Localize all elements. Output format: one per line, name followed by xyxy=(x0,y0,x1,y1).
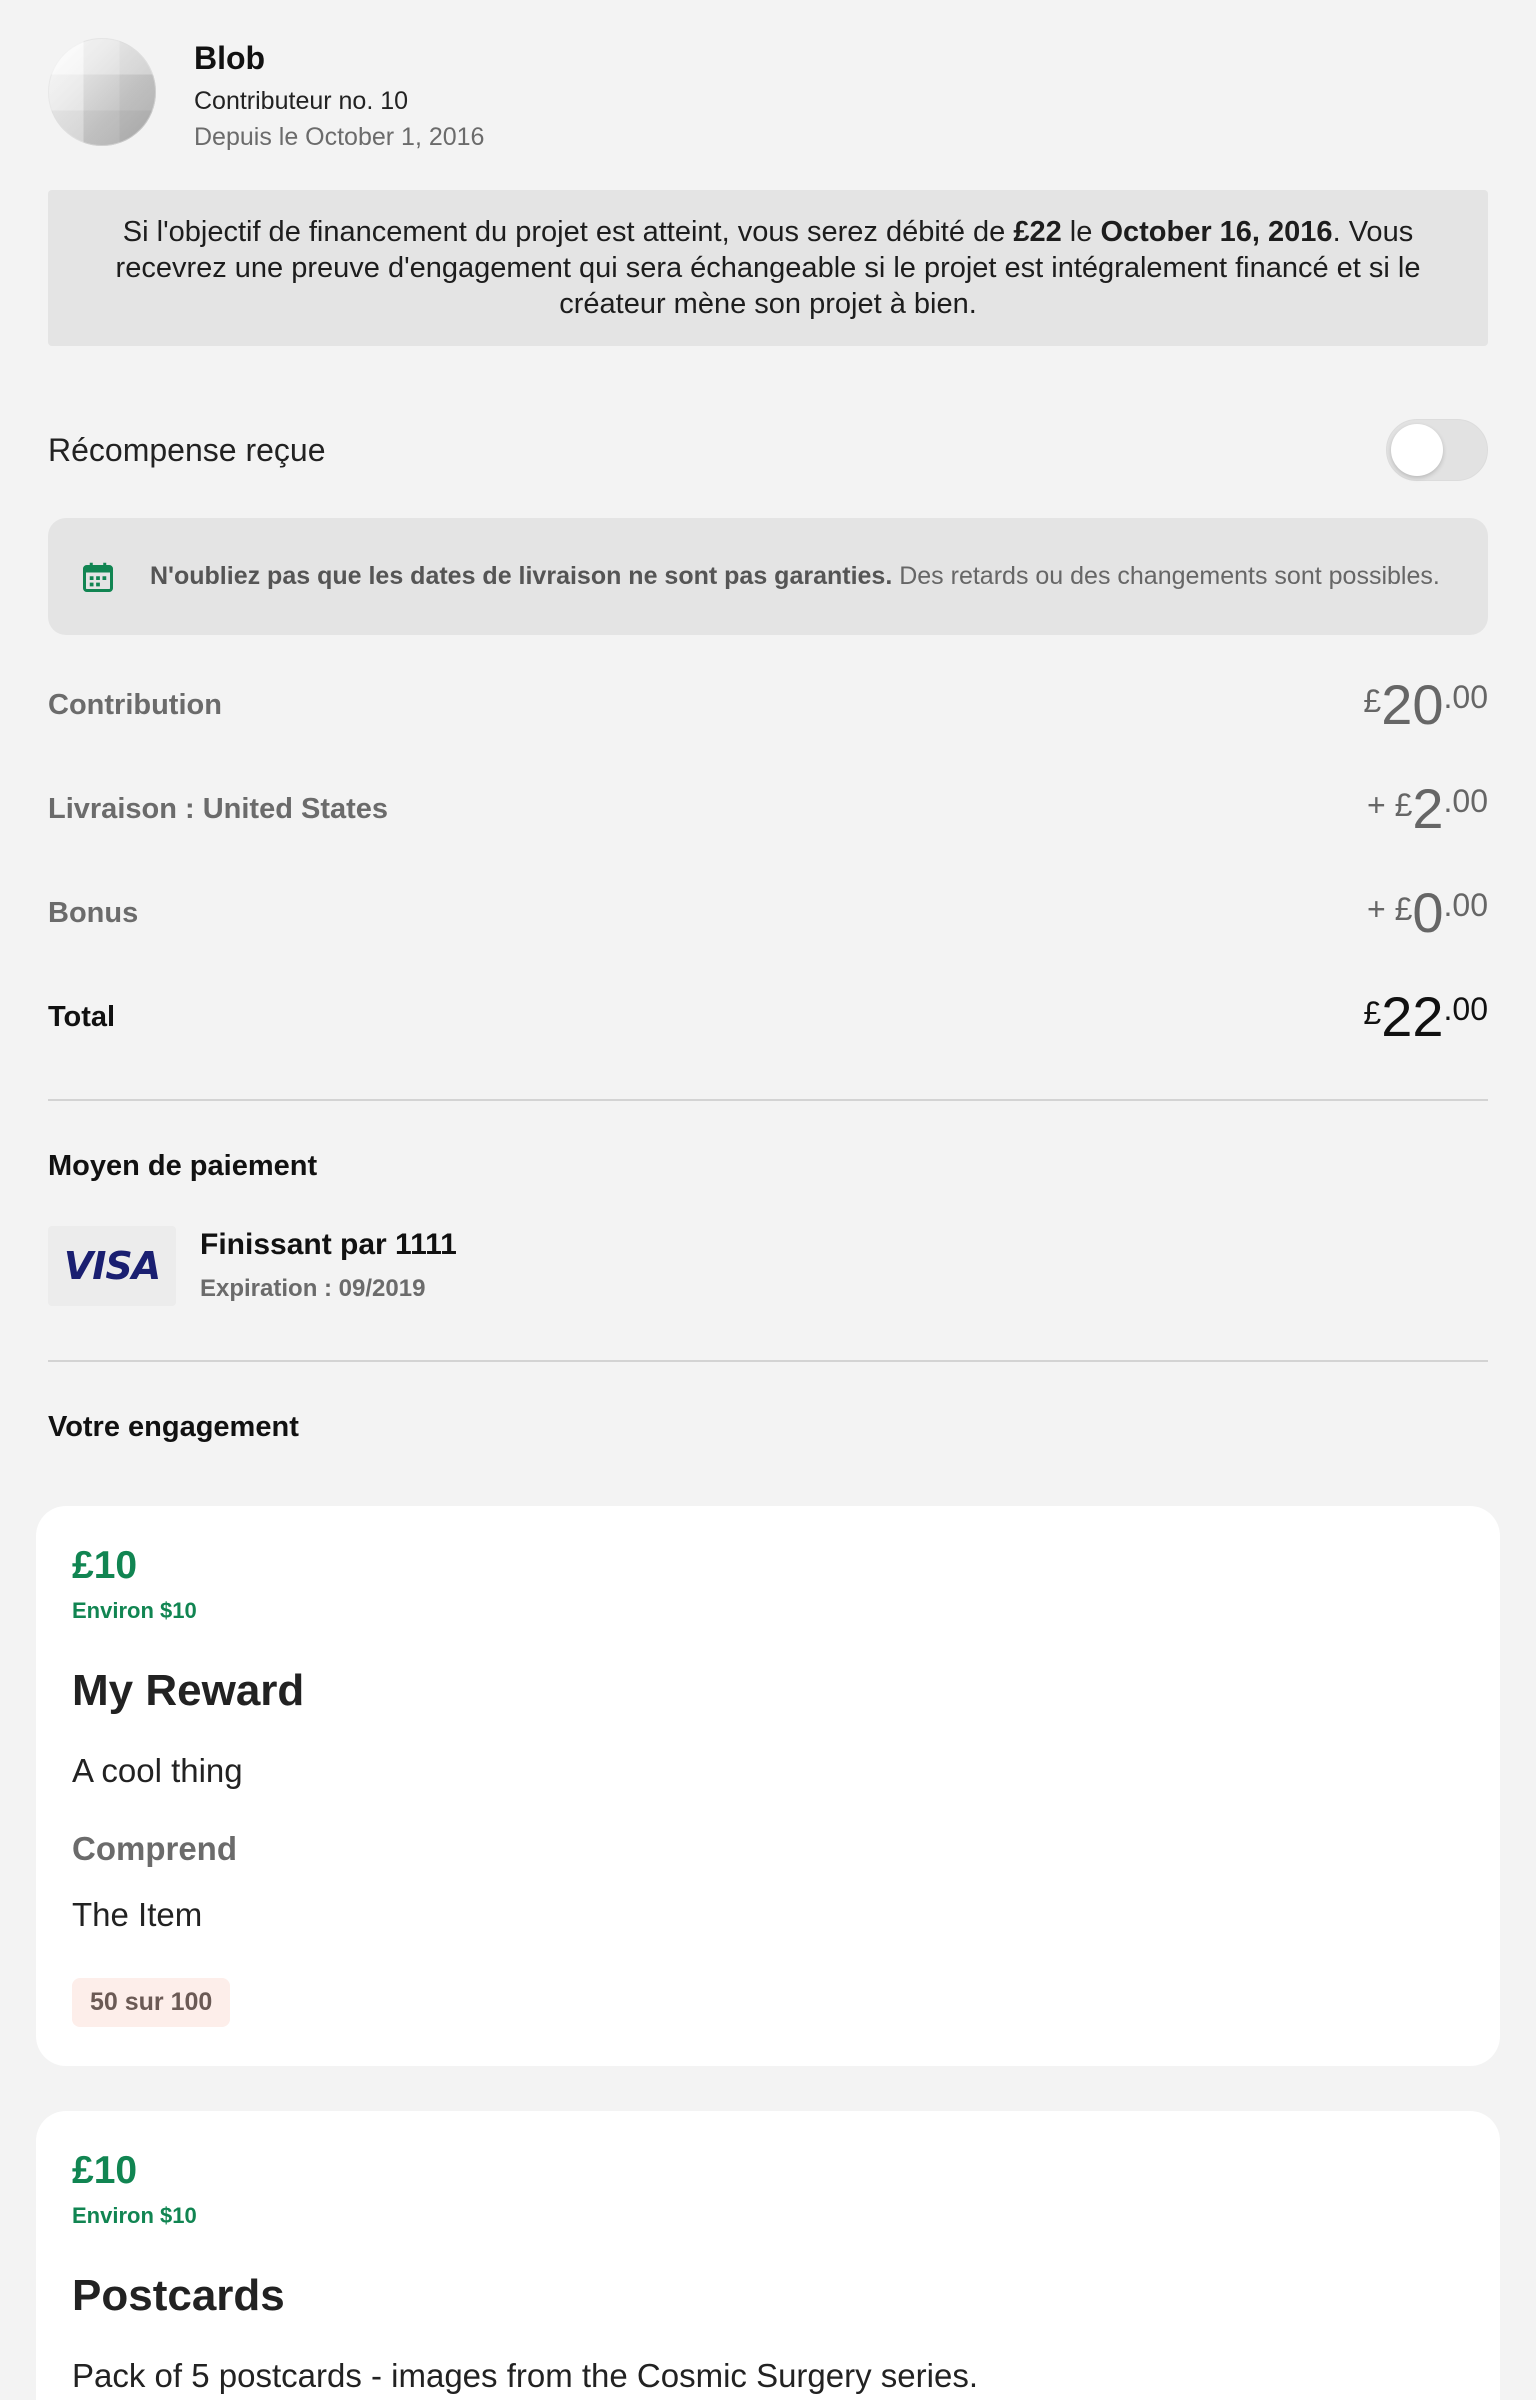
shipping-amount: + £ 2 .00 xyxy=(1367,781,1488,837)
contribution-label: Contribution xyxy=(48,688,222,721)
card-info: Finissant par 1111 Expiration : 09/2019 xyxy=(200,1226,457,1306)
pledge-title: Votre engagement xyxy=(48,1411,299,1443)
banner-date: October 16, 2016 xyxy=(1100,216,1333,248)
shipping-label: Livraison : United States xyxy=(48,792,389,825)
reward-price: £10 xyxy=(72,1544,138,1587)
avatar xyxy=(48,38,156,146)
total-row: Total £ 22 .00 xyxy=(48,982,1488,1052)
delivery-notice-text: N'oubliez pas que les dates de livraison… xyxy=(150,559,1440,594)
contribution-row: Contribution £ 20 .00 xyxy=(48,670,1488,740)
reward-received-row: Récompense reçue xyxy=(48,419,1488,481)
toggle-knob xyxy=(1391,424,1443,476)
amount-whole: 20 xyxy=(1381,673,1444,736)
currency-prefix: £ xyxy=(1363,683,1382,719)
card-ending: Finissant par 1111 xyxy=(200,1228,457,1261)
delivery-notice-bold: N'oubliez pas que les dates de livraison… xyxy=(150,562,893,590)
reward-description: Pack of 5 postcards - images from the Co… xyxy=(72,2357,978,2394)
amount-cents: .00 xyxy=(1443,783,1488,819)
reward-received-label: Récompense reçue xyxy=(48,431,326,468)
reward-approx-price: Environ $10 xyxy=(72,1598,197,1623)
total-amount: £ 22 .00 xyxy=(1363,989,1488,1045)
amount-whole: 0 xyxy=(1412,881,1444,944)
currency-prefix: £ xyxy=(1363,995,1382,1031)
amount-cents: .00 xyxy=(1443,991,1488,1027)
amount-cents: .00 xyxy=(1443,679,1488,715)
bonus-amount: + £ 0 .00 xyxy=(1367,885,1488,941)
charge-info-banner: Si l'objectif de financement du projet e… xyxy=(48,190,1488,346)
contribution-amount: £ 20 .00 xyxy=(1363,677,1488,733)
divider xyxy=(48,1099,1488,1101)
payment-method-title: Moyen de paiement xyxy=(48,1150,318,1182)
currency-prefix: + £ xyxy=(1366,787,1413,823)
reward-title: Postcards xyxy=(72,2271,285,2320)
reward-price: £10 xyxy=(72,2149,138,2192)
reward-description: A cool thing xyxy=(72,1752,243,1789)
divider xyxy=(48,1360,1488,1362)
visa-logo-icon: VISA xyxy=(48,1226,176,1306)
total-label: Total xyxy=(48,1000,116,1033)
reward-title: My Reward xyxy=(72,1666,305,1715)
reward-card[interactable]: £10 Environ $10 My Reward A cool thing C… xyxy=(36,1506,1500,2066)
reward-card[interactable]: £10 Environ $10 Postcards Pack of 5 post… xyxy=(36,2111,1500,2400)
reward-includes-label: Comprend xyxy=(72,1830,237,1867)
delivery-notice: N'oubliez pas que les dates de livraison… xyxy=(48,518,1488,635)
reward-limit-badge: 50 sur 100 xyxy=(72,1978,231,2027)
banner-text: Si l'objectif de financement du projet e… xyxy=(108,214,1428,322)
card-expiration: Expiration : 09/2019 xyxy=(200,1275,426,1302)
backer-since: Depuis le October 1, 2016 xyxy=(194,123,485,151)
backer-header: Blob Contributeur no. 10 Depuis le Octob… xyxy=(48,38,484,154)
banner-amount: £22 xyxy=(1013,216,1062,248)
currency-prefix: + £ xyxy=(1366,891,1413,927)
banner-text-part: Si l'objectif de financement du projet e… xyxy=(122,216,1014,248)
shipping-row: Livraison : United States + £ 2 .00 xyxy=(48,774,1488,844)
backer-info: Blob Contributeur no. 10 Depuis le Octob… xyxy=(194,38,484,154)
reward-received-toggle[interactable] xyxy=(1386,419,1488,481)
amount-whole: 2 xyxy=(1412,777,1444,840)
reward-item: The Item xyxy=(72,1896,203,1933)
delivery-notice-rest: Des retards ou des changements sont poss… xyxy=(892,562,1440,590)
backer-number: Contributeur no. 10 xyxy=(194,87,409,115)
calendar-icon xyxy=(83,562,113,592)
backer-name: Blob xyxy=(194,40,266,76)
amount-cents: .00 xyxy=(1443,887,1488,923)
payment-method: VISA Finissant par 1111 Expiration : 09/… xyxy=(48,1226,457,1306)
banner-text-part: le xyxy=(1061,216,1101,248)
amount-whole: 22 xyxy=(1381,985,1444,1048)
bonus-label: Bonus xyxy=(48,896,139,929)
reward-approx-price: Environ $10 xyxy=(72,2203,197,2228)
bonus-row: Bonus + £ 0 .00 xyxy=(48,878,1488,948)
